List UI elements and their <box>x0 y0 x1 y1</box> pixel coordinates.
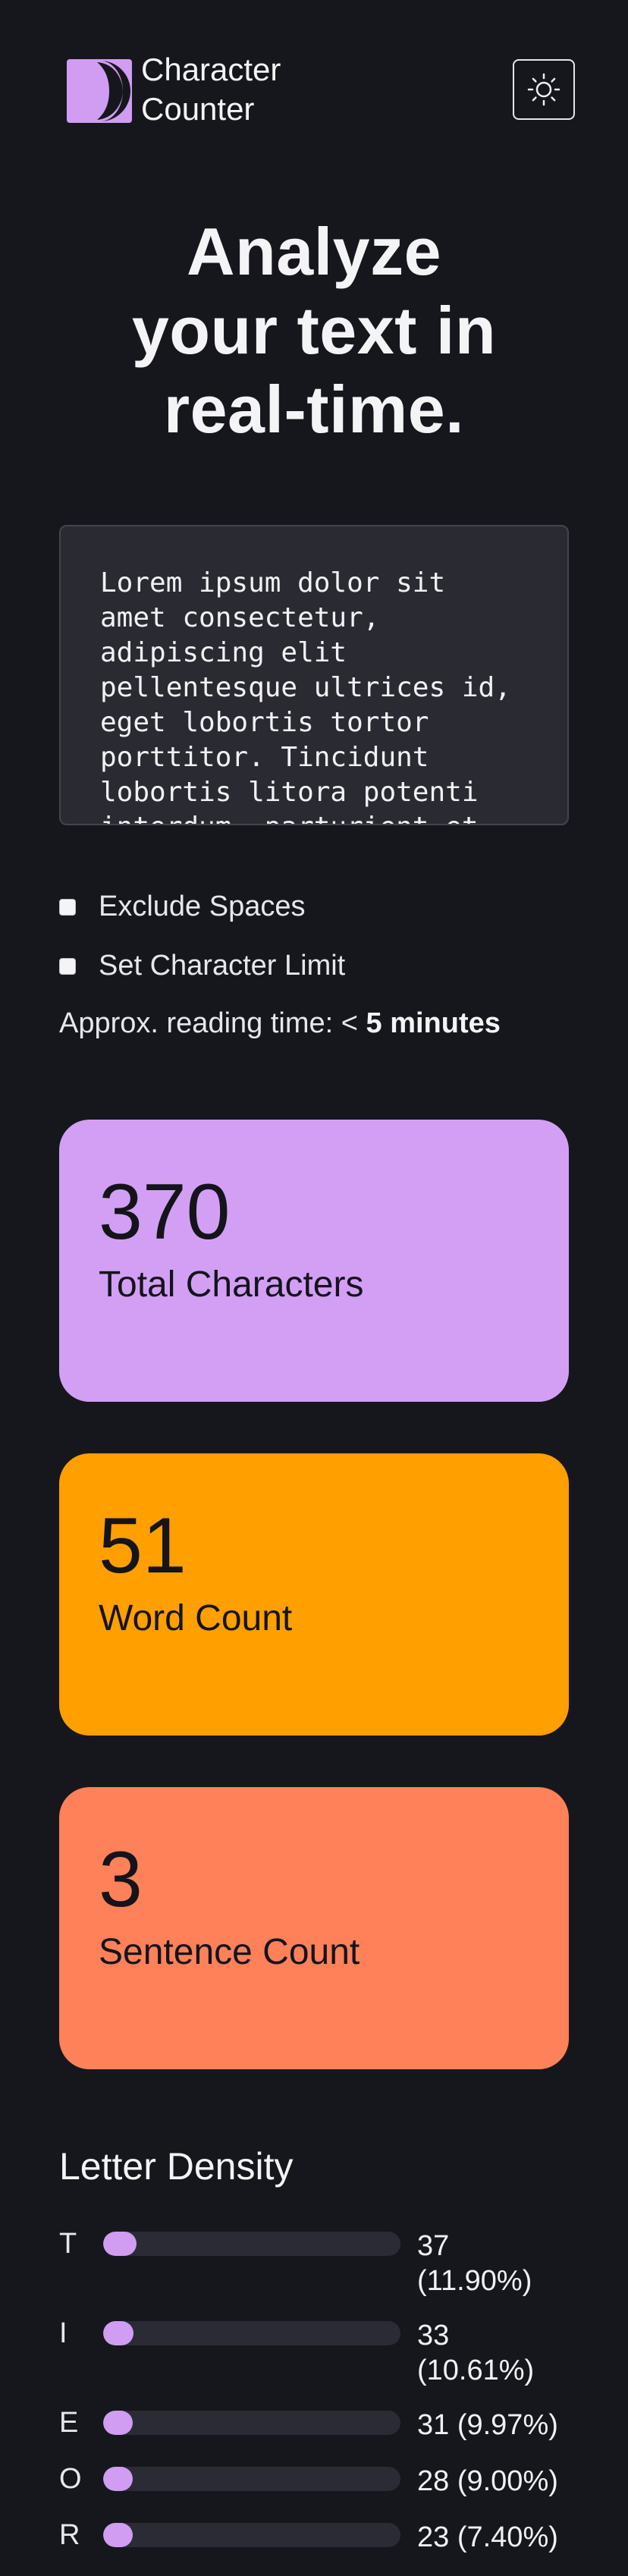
density-count-line-2: (11.90%) <box>417 2265 532 2297</box>
density-bar-track <box>103 2232 400 2256</box>
word-count-value: 51 <box>99 1502 187 1590</box>
density-count: 31 (9.97%) <box>417 2408 569 2442</box>
density-bar-fill <box>103 2411 133 2435</box>
sentence-count-value: 3 <box>99 1836 143 1924</box>
app-brand[interactable]: Character Counter <box>141 50 308 129</box>
density-row: I 33 (10.61%) <box>59 2317 569 2386</box>
exclude-spaces-label: Exclude Spaces <box>99 891 306 922</box>
density-count: 37 (11.90%) <box>417 2229 569 2298</box>
brand-line-1: Character <box>141 52 281 87</box>
density-count-line-1: 33 <box>417 2320 450 2351</box>
density-row: R 23 (7.40%) <box>59 2519 569 2553</box>
density-letter: O <box>59 2463 82 2495</box>
character-limit-label: Set Character Limit <box>99 950 346 982</box>
density-count-line-2: (10.61%) <box>417 2355 535 2386</box>
density-bar-fill <box>103 2467 133 2491</box>
density-count-line-1: 31 (9.97%) <box>417 2409 558 2441</box>
text-input-value: Lorem ipsum dolor sit amet consectetur, … <box>100 567 511 824</box>
title-line-1: Analyze <box>186 214 442 289</box>
sentence-count-card: 3 Sentence Count <box>59 1787 569 2069</box>
density-letter: T <box>59 2228 77 2260</box>
page-title: Analyze your text in real-time. <box>59 212 569 449</box>
total-characters-card: 370 Total Characters <box>59 1120 569 1402</box>
density-count: 33 (10.61%) <box>417 2318 569 2388</box>
density-bar-track <box>103 2467 400 2491</box>
density-letter: I <box>59 2317 68 2349</box>
letter-density-title: Letter Density <box>59 2145 294 2188</box>
density-bar-track <box>103 2523 400 2547</box>
character-limit-option[interactable]: Set Character Limit <box>59 950 345 982</box>
reading-time: Approx. reading time: < 5 minutes <box>59 1007 501 1040</box>
density-row: T 37 (11.90%) <box>59 2228 569 2297</box>
density-row: E 31 (9.97%) <box>59 2407 569 2441</box>
density-bar-track <box>103 2321 400 2345</box>
sun-icon <box>527 73 560 106</box>
text-input-area[interactable]: Lorem ipsum dolor sit amet consectetur, … <box>59 525 569 825</box>
reading-time-value: 5 minutes <box>366 1007 501 1039</box>
density-bar-fill <box>103 2321 133 2345</box>
title-line-2: your text in <box>131 293 497 368</box>
theme-toggle-button[interactable] <box>513 59 575 120</box>
density-letter: E <box>59 2407 79 2439</box>
word-count-label: Word Count <box>99 1598 293 1638</box>
density-bar-track <box>103 2411 400 2435</box>
exclude-spaces-checkbox[interactable] <box>59 898 76 916</box>
total-characters-label: Total Characters <box>99 1264 364 1305</box>
total-characters-value: 370 <box>99 1168 231 1256</box>
density-count-line-1: 23 (7.40%) <box>417 2521 558 2553</box>
half-circle-logo-icon <box>67 59 132 123</box>
word-count-card: 51 Word Count <box>59 1453 569 1736</box>
density-row: O 28 (9.00%) <box>59 2463 569 2497</box>
density-count-line-1: 28 (9.00%) <box>417 2465 558 2497</box>
brand-line-2: Counter <box>141 91 255 127</box>
density-letter: R <box>59 2519 80 2551</box>
exclude-spaces-option[interactable]: Exclude Spaces <box>59 891 306 923</box>
reading-time-prefix: Approx. reading time: < <box>59 1007 366 1039</box>
title-line-3: real-time. <box>163 372 465 447</box>
density-bar-fill <box>103 2232 137 2256</box>
density-count-line-1: 37 <box>417 2230 450 2262</box>
density-count: 28 (9.00%) <box>417 2464 569 2499</box>
character-limit-checkbox[interactable] <box>59 957 76 975</box>
sentence-count-label: Sentence Count <box>99 1932 360 1972</box>
density-count: 23 (7.40%) <box>417 2520 569 2555</box>
density-bar-fill <box>103 2523 133 2547</box>
